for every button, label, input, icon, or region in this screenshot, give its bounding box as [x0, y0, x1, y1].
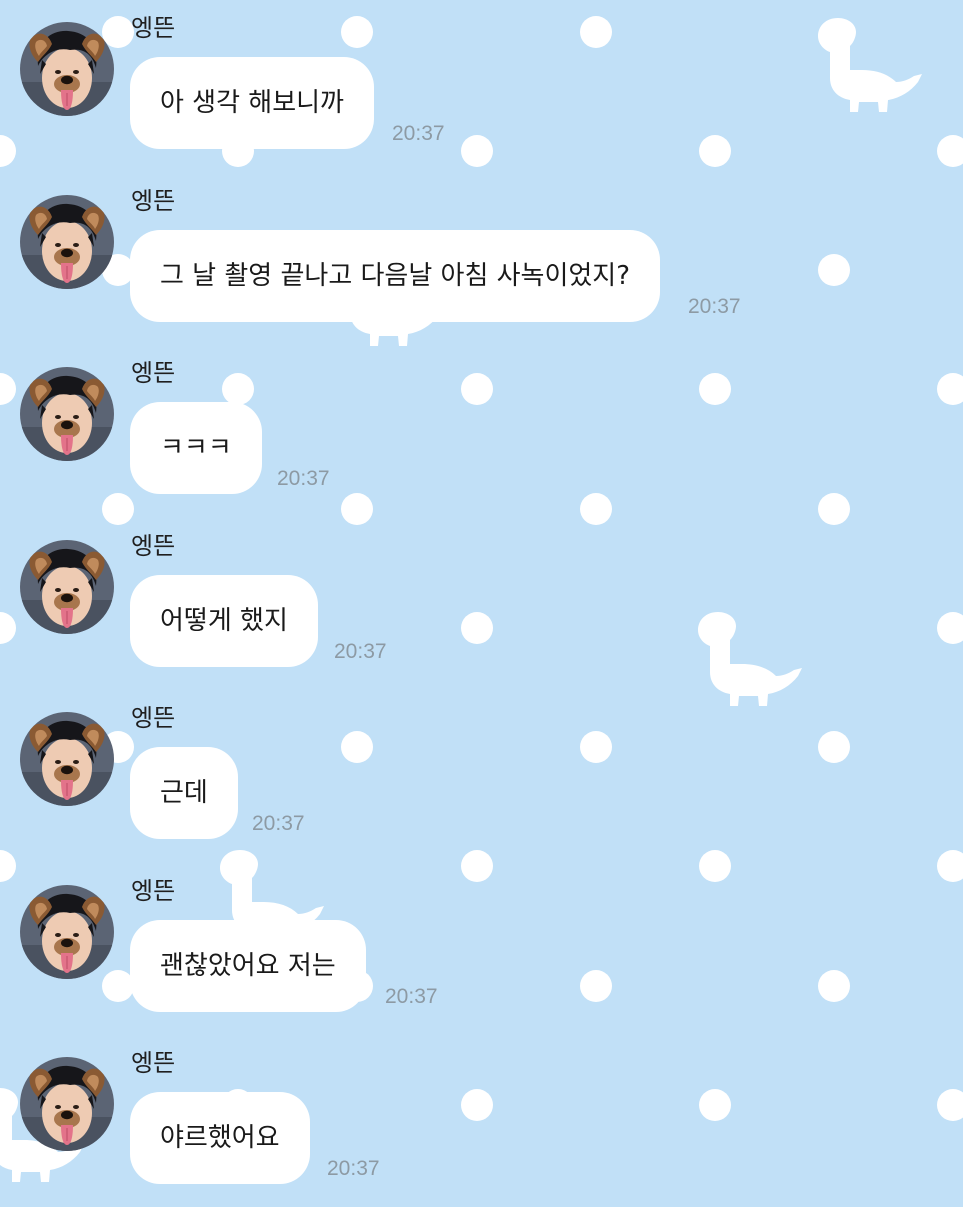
message-bubble[interactable]: 아 생각 해보니까	[130, 57, 374, 149]
chat-message: 엥뜬 아 생각 해보니까 20:37	[0, 0, 963, 172]
sender-name[interactable]: 엥뜬	[131, 876, 175, 906]
puppy-filter-avatar-icon[interactable]	[20, 1057, 114, 1151]
message-time: 20:37	[327, 1157, 380, 1180]
sender-name[interactable]: 엥뜬	[131, 531, 175, 561]
message-time: 20:37	[385, 985, 438, 1008]
chat-message: 엥뜬 괜찮았어요 저는 20:37	[0, 863, 963, 1035]
sender-name[interactable]: 엥뜬	[131, 1048, 175, 1078]
chat-message: 엥뜬 어떻게 했지 20:37	[0, 518, 963, 690]
puppy-filter-avatar-icon[interactable]	[20, 540, 114, 634]
message-time: 20:37	[334, 640, 387, 663]
chat-message: 엥뜬 ㅋㅋㅋ 20:37	[0, 345, 963, 517]
puppy-filter-avatar-icon[interactable]	[20, 195, 114, 289]
message-bubble[interactable]: 어떻게 했지	[130, 575, 318, 667]
sender-name[interactable]: 엥뜬	[131, 186, 175, 216]
message-time: 20:37	[392, 122, 445, 145]
message-bubble[interactable]: ㅋㅋㅋ	[130, 402, 262, 494]
message-bubble[interactable]: 야르했어요	[130, 1092, 310, 1184]
puppy-filter-avatar-icon[interactable]	[20, 885, 114, 979]
message-bubble[interactable]: 괜찮았어요 저는	[130, 920, 366, 1012]
message-bubble[interactable]: 근데	[130, 747, 238, 839]
chat-message-list[interactable]: 엥뜬 아 생각 해보니까 20:37 엥뜬 그 날 촬영 끝나고 다음날 아침 …	[0, 0, 963, 1200]
chat-message: 엥뜬 야르했어요 20:37	[0, 1035, 963, 1207]
chat-message: 엥뜬 근데 20:37	[0, 690, 963, 862]
message-time: 20:37	[252, 812, 305, 835]
message-time: 20:37	[688, 295, 741, 318]
sender-name[interactable]: 엥뜬	[131, 358, 175, 388]
message-time: 20:37	[277, 467, 330, 490]
puppy-filter-avatar-icon[interactable]	[20, 712, 114, 806]
sender-name[interactable]: 엥뜬	[131, 13, 175, 43]
puppy-filter-avatar-icon[interactable]	[20, 22, 114, 116]
message-bubble[interactable]: 그 날 촬영 끝나고 다음날 아침 사녹이었지?	[130, 230, 661, 322]
chat-message: 엥뜬 그 날 촬영 끝나고 다음날 아침 사녹이었지? 20:37	[0, 173, 963, 345]
puppy-filter-avatar-icon[interactable]	[20, 367, 114, 461]
sender-name[interactable]: 엥뜬	[131, 703, 175, 733]
